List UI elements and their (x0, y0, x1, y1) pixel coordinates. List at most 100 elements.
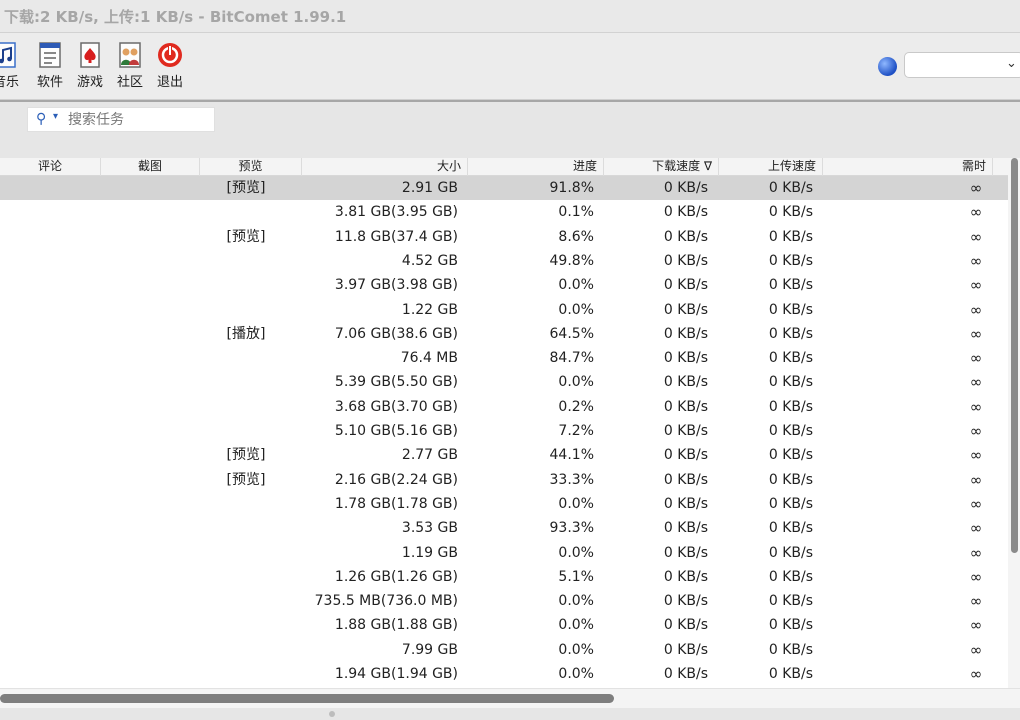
table-row[interactable]: 735.5 MB(736.0 MB) 0.0% 0 KB/s 0 KB/s ∞ (0, 589, 1008, 613)
row-preview-cell (214, 395, 278, 419)
community-button[interactable]: 社区 (110, 41, 150, 91)
row-progress-cell: 44.1% (549, 447, 594, 464)
table-row[interactable]: 7.99 GB 0.0% 0 KB/s 0 KB/s ∞ (0, 638, 1008, 662)
table-row[interactable]: 3.97 GB(3.98 GB) 0.0% 0 KB/s 0 KB/s ∞ (0, 273, 1008, 297)
row-progress-cell: 0.0% (558, 301, 594, 318)
row-eta-cell: ∞ (969, 203, 983, 222)
table-row[interactable]: 5.10 GB(5.16 GB) 7.2% 0 KB/s 0 KB/s ∞ (0, 419, 1008, 443)
table-row[interactable]: 3.68 GB(3.70 GB) 0.2% 0 KB/s 0 KB/s ∞ (0, 395, 1008, 419)
row-size-cell: 5.39 GB(5.50 GB) (334, 374, 458, 391)
row-eta-cell: ∞ (969, 470, 983, 489)
row-progress-cell: 5.1% (558, 568, 594, 585)
table-row[interactable]: [预览] 2.77 GB 44.1% 0 KB/s 0 KB/s ∞ (0, 443, 1008, 467)
row-download-speed-cell: 0 KB/s (663, 325, 708, 342)
table-row[interactable]: [预览] 11.8 GB(37.4 GB) 8.6% 0 KB/s 0 KB/s ∞ (0, 225, 1008, 249)
filter-bar: ⚲ ▾ (0, 102, 1020, 158)
search-box[interactable]: ⚲ ▾ (27, 107, 215, 132)
title-bar: 下载:2 KB/s, 上传:1 KB/s - BitComet 1.99.1 (0, 0, 1020, 33)
row-download-speed-cell: 0 KB/s (663, 520, 708, 537)
row-download-speed-cell: 0 KB/s (663, 568, 708, 585)
table-row[interactable]: 1.88 GB(1.88 GB) 0.0% 0 KB/s 0 KB/s ∞ (0, 613, 1008, 637)
col-download-speed[interactable]: 下载速度 ∇ (604, 158, 719, 176)
row-download-speed-cell: 0 KB/s (663, 495, 708, 512)
row-download-speed-cell: 0 KB/s (663, 350, 708, 367)
globe-icon[interactable] (878, 57, 897, 76)
col-progress[interactable]: 进度 (468, 158, 604, 176)
horizontal-scrollbar[interactable] (0, 688, 1020, 708)
community-button-label: 社区 (116, 75, 143, 90)
row-progress-cell: 0.0% (558, 617, 594, 634)
row-upload-speed-cell: 0 KB/s (768, 495, 813, 512)
row-size-cell: 1.19 GB (401, 544, 458, 561)
software-button[interactable]: 软件 (30, 41, 70, 91)
exit-button-label: 退出 (156, 75, 183, 90)
row-download-speed-cell: 0 KB/s (663, 374, 708, 391)
col-upload-speed[interactable]: 上传速度 (719, 158, 823, 176)
row-eta-cell: ∞ (969, 227, 983, 246)
row-preview-cell (214, 346, 278, 370)
table-row[interactable]: 76.4 MB 84.7% 0 KB/s 0 KB/s ∞ (0, 346, 1008, 370)
row-download-speed-cell: 0 KB/s (663, 617, 708, 634)
row-preview-cell (214, 662, 278, 686)
row-progress-cell: 0.0% (558, 277, 594, 294)
col-preview[interactable]: 预览 (200, 158, 302, 176)
exit-icon (158, 43, 182, 67)
row-download-speed-cell: 0 KB/s (663, 228, 708, 245)
vertical-scrollbar[interactable] (1008, 158, 1020, 688)
search-icon[interactable]: ⚲ (36, 111, 46, 127)
status-bar (0, 708, 1020, 720)
row-upload-speed-cell: 0 KB/s (768, 593, 813, 610)
row-upload-speed-cell: 0 KB/s (768, 228, 813, 245)
horizontal-scroll-thumb[interactable] (0, 694, 614, 703)
col-comment[interactable]: 评论 (0, 158, 101, 176)
row-preview-cell: [预览] (226, 180, 266, 196)
row-download-speed-cell: 0 KB/s (663, 301, 708, 318)
table-row[interactable]: 1.19 GB 0.0% 0 KB/s 0 KB/s ∞ (0, 541, 1008, 565)
row-download-speed-cell: 0 KB/s (663, 252, 708, 269)
row-eta-cell: ∞ (969, 251, 983, 270)
table-row[interactable]: 3.53 GB 93.3% 0 KB/s 0 KB/s ∞ (0, 516, 1008, 540)
row-size-cell: 5.10 GB(5.16 GB) (334, 423, 458, 439)
row-size-cell: 4.52 GB (401, 252, 458, 269)
table-row[interactable]: [预览] 2.91 GB 91.8% 0 KB/s 0 KB/s ∞ (0, 176, 1008, 201)
exit-button[interactable]: 退出 (150, 41, 190, 91)
col-screenshot[interactable]: 截图 (101, 158, 200, 176)
row-preview-cell: [预览] (226, 228, 266, 245)
row-download-speed-cell: 0 KB/s (663, 398, 708, 415)
table-row[interactable]: 4.52 GB 49.8% 0 KB/s 0 KB/s ∞ (0, 249, 1008, 273)
search-caret-icon[interactable]: ▾ (53, 111, 58, 122)
table-row[interactable]: 5.39 GB(5.50 GB) 0.0% 0 KB/s 0 KB/s ∞ (0, 370, 1008, 394)
row-download-speed-cell: 0 KB/s (663, 277, 708, 294)
col-eta[interactable]: 需时 (823, 158, 993, 176)
row-download-speed-cell: 0 KB/s (663, 471, 708, 488)
row-upload-speed-cell: 0 KB/s (768, 641, 813, 658)
row-size-cell: 7.06 GB(38.6 GB) (334, 325, 458, 342)
resize-grip[interactable] (329, 711, 335, 717)
chevron-down-icon: ⌄ (1006, 56, 1017, 71)
col-size[interactable]: 大小 (302, 158, 468, 176)
table-row[interactable]: [预览] 2.16 GB(2.24 GB) 33.3% 0 KB/s 0 KB/s ∞ (0, 468, 1008, 492)
row-eta-cell: ∞ (969, 446, 983, 465)
row-download-speed-cell: 0 KB/s (663, 593, 708, 610)
table-row[interactable]: [播放] 7.06 GB(38.6 GB) 64.5% 0 KB/s 0 KB/s ∞ (0, 322, 1008, 346)
game-button[interactable]: 游戏 (70, 41, 110, 91)
row-eta-cell: ∞ (969, 300, 983, 319)
table-row[interactable]: 1.26 GB(1.26 GB) 5.1% 0 KB/s 0 KB/s ∞ (0, 565, 1008, 589)
vertical-scroll-thumb[interactable] (1011, 158, 1018, 553)
row-progress-cell: 84.7% (549, 350, 594, 367)
row-preview-cell (214, 613, 278, 637)
table-row[interactable]: 1.22 GB 0.0% 0 KB/s 0 KB/s ∞ (0, 298, 1008, 322)
row-eta-cell: ∞ (969, 422, 983, 440)
row-preview-cell (214, 273, 278, 297)
music-button-label: 音乐 (0, 75, 19, 90)
table-row[interactable]: 1.94 GB(1.94 GB) 0.0% 0 KB/s 0 KB/s ∞ (0, 662, 1008, 686)
row-preview-cell: [预览] (226, 471, 266, 488)
search-input[interactable] (68, 111, 208, 129)
table-row[interactable]: 3.81 GB(3.95 GB) 0.1% 0 KB/s 0 KB/s ∞ (0, 200, 1008, 224)
row-upload-speed-cell: 0 KB/s (768, 277, 813, 294)
row-progress-cell: 0.0% (558, 374, 594, 391)
music-button[interactable]: 音乐 (0, 41, 26, 91)
table-row[interactable]: 1.78 GB(1.78 GB) 0.0% 0 KB/s 0 KB/s ∞ (0, 492, 1008, 516)
toolbar-select[interactable]: ⌄ (904, 52, 1020, 78)
row-preview-cell (214, 249, 278, 273)
